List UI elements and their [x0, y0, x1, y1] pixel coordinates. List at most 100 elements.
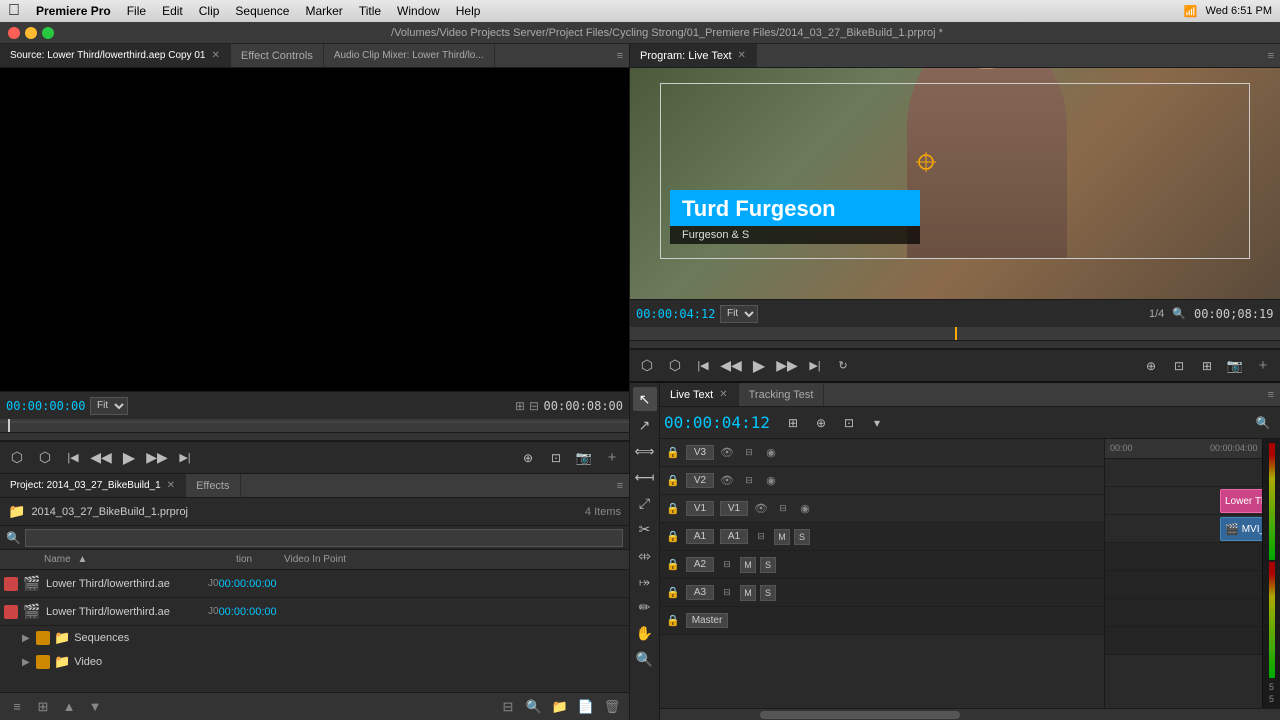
tab-project[interactable]: Project: 2014_03_27_BikeBuild_1 ✕ — [0, 474, 186, 497]
program-trim-button[interactable]: ⊞ — [1194, 354, 1220, 378]
menu-window[interactable]: Window — [397, 4, 440, 18]
timeline-ruler-strip[interactable]: 00:00 00:00:04:00 00:00:08:00 00:00:1:00… — [1105, 439, 1262, 459]
program-lift-button[interactable]: ⊕ — [1138, 354, 1164, 378]
a2-sync-button[interactable]: ⊟ — [718, 556, 736, 574]
tool-ripple-edit-button[interactable]: ⟺ — [633, 439, 657, 463]
v1-track-button[interactable]: V1 — [686, 501, 714, 516]
clip-v1-1[interactable]: 🎬 MVI_6415.MOV — [1220, 517, 1262, 541]
track-clips-master[interactable] — [1105, 627, 1262, 655]
a2-track-button[interactable]: A2 — [686, 557, 714, 572]
v2-eye-button[interactable]: 👁 — [718, 472, 736, 490]
program-camera-button[interactable]: 📷 — [1222, 354, 1248, 378]
list-item[interactable]: ▶ 📁 Sequences — [0, 626, 629, 650]
v1-visibility-button[interactable]: ◉ — [796, 500, 814, 518]
menu-sequence[interactable]: Sequence — [235, 4, 289, 18]
track-clips-a3[interactable] — [1105, 599, 1262, 627]
tool-rate-stretch-button[interactable]: ⤢ — [633, 491, 657, 515]
timeline-panel-menu-button[interactable]: ≡ — [1262, 383, 1280, 406]
v1-sync-button[interactable]: ⊟ — [774, 500, 792, 518]
a1-target-button[interactable]: A1 — [720, 529, 748, 544]
a1-mute-button[interactable]: M — [774, 529, 790, 545]
program-timeline-scrubber[interactable] — [630, 341, 1280, 349]
scrollbar-thumb[interactable] — [760, 711, 960, 719]
track-clips-v2[interactable]: Lower Third/lowerthird. Lower Third/lowe… — [1105, 487, 1262, 515]
source-goto-in-button[interactable]: |◀ — [60, 446, 86, 470]
v3-sync-button[interactable]: ⊟ — [740, 444, 758, 462]
source-camera-button[interactable]: 📷 — [571, 446, 597, 470]
program-extract-button[interactable]: ⊡ — [1166, 354, 1192, 378]
source-timecode-current[interactable]: 00:00:00:00 — [6, 399, 86, 413]
program-fit-select[interactable]: Fit — [720, 305, 758, 323]
menu-marker[interactable]: Marker — [305, 4, 342, 18]
v1-eye-button[interactable]: 👁 — [752, 500, 770, 518]
master-track-button[interactable]: Master — [686, 613, 728, 628]
program-step-back-button[interactable]: ◀◀ — [718, 354, 744, 378]
menu-clip[interactable]: Clip — [199, 4, 220, 18]
a1-sync-button[interactable]: ⊟ — [752, 528, 770, 546]
source-fit-select[interactable]: Fit — [90, 397, 128, 415]
tab-audio-mixer[interactable]: Audio Clip Mixer: Lower Third/lo... — [324, 44, 495, 67]
a1-solo-button[interactable]: S — [794, 529, 810, 545]
a2-lock-button[interactable]: 🔒 — [664, 556, 682, 574]
folder-toggle-icon[interactable]: ▶ — [22, 633, 36, 644]
tool-pen-button[interactable]: ✏ — [633, 595, 657, 619]
list-item[interactable]: 🎬 Lower Third/lowerthird.ae J0 00:00:00:… — [0, 598, 629, 626]
source-goto-out-button[interactable]: ▶| — [172, 446, 198, 470]
tab-source[interactable]: Source: Lower Third/lowerthird.aep Copy … — [0, 44, 231, 67]
project-find-button[interactable]: 🔍 — [523, 697, 545, 717]
program-add-button[interactable]: + — [1250, 354, 1276, 378]
source-step-back-button[interactable]: ◀◀ — [88, 446, 114, 470]
v2-visibility-button[interactable]: ◉ — [762, 472, 780, 490]
program-mark-out-button[interactable]: ⬡ — [662, 354, 688, 378]
project-new-item-button[interactable]: 📄 — [575, 697, 597, 717]
a3-track-button[interactable]: A3 — [686, 585, 714, 600]
source-timeline-scrubber[interactable] — [0, 433, 629, 441]
timeline-zoom-out-button[interactable]: 🔍 — [1250, 411, 1276, 435]
project-freeform-view-button[interactable]: ▲ — [58, 697, 80, 717]
v3-lock-button[interactable]: 🔒 — [664, 444, 682, 462]
track-clips-v1[interactable]: 🎬 MVI_6415.MOV — [1105, 515, 1262, 543]
v2-sync-button[interactable]: ⊟ — [740, 472, 758, 490]
source-mark-in-button[interactable]: ⬡ — [4, 446, 30, 470]
program-goto-out-button[interactable]: ▶| — [802, 354, 828, 378]
tool-razor-button[interactable]: ✂ — [633, 517, 657, 541]
menu-title[interactable]: Title — [359, 4, 381, 18]
a1-lock-button[interactable]: 🔒 — [664, 528, 682, 546]
list-item[interactable]: 🎬 Lower Third/lowerthird.ae J0 00:00:00:… — [0, 570, 629, 598]
project-panel-menu-button[interactable]: ≡ — [611, 474, 629, 497]
folder-toggle-icon[interactable]: ▶ — [22, 657, 36, 668]
project-tab-close[interactable]: ✕ — [167, 480, 175, 491]
a3-sync-button[interactable]: ⊟ — [718, 584, 736, 602]
program-panel-menu-button[interactable]: ≡ — [1262, 44, 1280, 67]
menu-help[interactable]: Help — [456, 4, 481, 18]
source-step-forward-button[interactable]: ▶▶ — [144, 446, 170, 470]
program-timeline-ruler[interactable] — [630, 327, 1280, 341]
timeline-horizontal-scrollbar[interactable] — [660, 708, 1280, 720]
project-automate-button[interactable]: ⊟ — [497, 697, 519, 717]
program-goto-in-button[interactable]: |◀ — [690, 354, 716, 378]
a2-mute-button[interactable]: M — [740, 557, 756, 573]
list-item[interactable]: ▶ 📁 Video — [0, 650, 629, 674]
v3-visibility-button[interactable]: ◉ — [762, 444, 780, 462]
tool-track-select-button[interactable]: ↗ — [633, 413, 657, 437]
v2-track-button[interactable]: V2 — [686, 473, 714, 488]
v3-track-button[interactable]: V3 — [686, 445, 714, 460]
tool-slip-button[interactable]: ⤄ — [633, 543, 657, 567]
live-text-tab-close[interactable]: ✕ — [719, 389, 727, 400]
master-lock-button[interactable]: 🔒 — [664, 612, 682, 630]
clip-v2-1[interactable]: Lower Third/lowerthird. — [1220, 489, 1262, 513]
app-name[interactable]: Premiere Pro — [36, 4, 111, 18]
tab-effects[interactable]: Effects — [186, 474, 240, 497]
project-delete-button[interactable]: 🗑 — [601, 697, 623, 717]
v1-lock-button[interactable]: 🔒 — [664, 500, 682, 518]
tool-zoom-button[interactable]: 🔍 — [633, 647, 657, 671]
tab-tracking-test[interactable]: Tracking Test — [739, 383, 825, 406]
tool-hand-button[interactable]: ✋ — [633, 621, 657, 645]
timeline-timecode[interactable]: 00:00:04:12 — [664, 413, 770, 432]
project-sort-button[interactable]: ▼ — [84, 697, 106, 717]
source-overwrite-button[interactable]: ⊡ — [543, 446, 569, 470]
a2-solo-button[interactable]: S — [760, 557, 776, 573]
maximize-window-button[interactable] — [42, 27, 54, 39]
source-add-button[interactable]: + — [599, 446, 625, 470]
source-tab-close[interactable]: ✕ — [211, 50, 219, 61]
